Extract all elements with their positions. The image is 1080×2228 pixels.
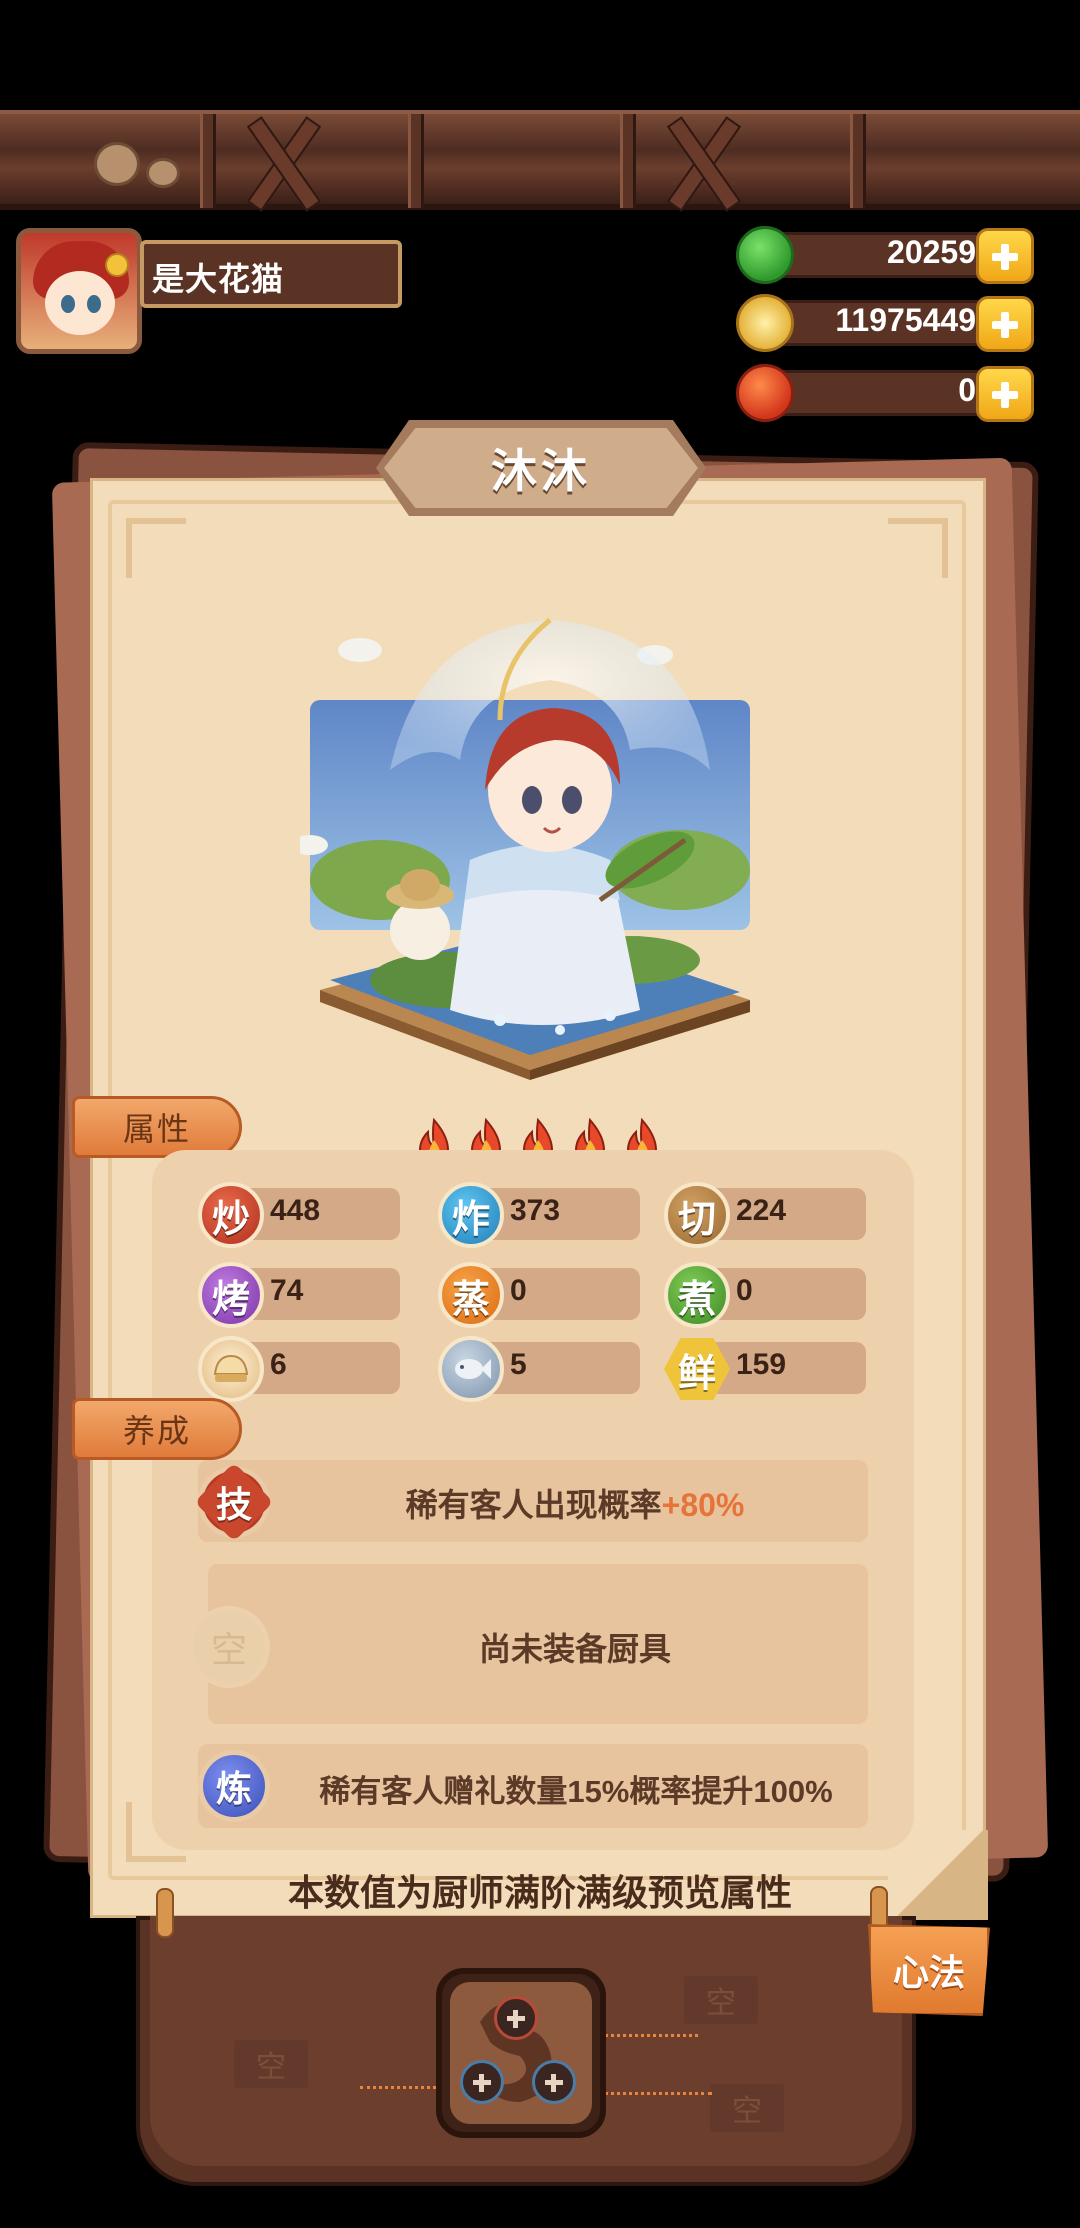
top-wooden-beam: [0, 110, 1080, 210]
stat-fresh: 鲜 159: [664, 1337, 874, 1401]
add-skill-node-button[interactable]: [532, 2060, 576, 2104]
currency-jade-value: 20259: [887, 234, 976, 270]
stat-staple: 6: [198, 1336, 408, 1402]
add-coin-button[interactable]: [976, 296, 1034, 352]
boil-icon: 煮: [664, 1262, 730, 1328]
empty-slot[interactable]: 空: [710, 2084, 784, 2132]
stat-value: 6: [270, 1348, 287, 1381]
stat-boil: 煮 0: [664, 1262, 874, 1328]
chef-name-plate: 沐沐: [376, 420, 706, 516]
roast-icon: 烤: [198, 1262, 264, 1328]
stat-value: 5: [510, 1348, 527, 1381]
preview-note: 本数值为厨师满阶满级预览属性: [287, 1872, 792, 1913]
add-skill-node-button[interactable]: [494, 1996, 538, 2040]
player-avatar[interactable]: [16, 228, 142, 354]
stat-roast: 烤 74: [198, 1262, 408, 1328]
pin-decoration: [156, 1888, 174, 1938]
skill-bonus: +80%: [661, 1487, 745, 1523]
gold-coin-icon: [736, 294, 794, 352]
refine-icon: 炼: [198, 1750, 270, 1822]
stat-value: 0: [510, 1274, 527, 1307]
bun-icon: [198, 1336, 264, 1402]
chick-decoration: [94, 142, 140, 186]
currency-coin: 11975449: [736, 294, 1034, 352]
currency-coin-value: 11975449: [835, 302, 976, 338]
empty-slot[interactable]: 空: [684, 1976, 758, 2024]
stat-value: 373: [510, 1194, 561, 1227]
add-fruit-button[interactable]: [976, 366, 1034, 422]
chef-illustration: [300, 618, 750, 1080]
xinfa-button[interactable]: 心法: [868, 1924, 990, 2016]
stat-deep-fry: 炸 373: [438, 1182, 648, 1248]
refine-description: 稀有客人赠礼数量15%概率提升100%: [319, 1774, 833, 1809]
currency-jade: 20259: [736, 226, 1034, 284]
fish-icon: [438, 1336, 504, 1402]
add-jade-button[interactable]: [976, 228, 1034, 284]
equipment-status: 尚未装备厨具: [478, 1631, 671, 1667]
player-name: 是大花猫: [140, 240, 402, 308]
equipment-empty-icon: 空: [188, 1606, 270, 1688]
stat-stir-fry: 炒 448: [198, 1182, 408, 1248]
skill-icon: 技: [194, 1462, 274, 1542]
cut-icon: 切: [664, 1182, 730, 1248]
stat-value: 74: [270, 1274, 304, 1307]
skill-description: 稀有客人出现概率+80%: [405, 1487, 745, 1523]
stat-steam: 蒸 0: [438, 1262, 648, 1328]
stat-fish: 5: [438, 1336, 648, 1402]
stat-value: 159: [736, 1348, 787, 1381]
chick-decoration: [146, 158, 180, 188]
chef-name: 沐沐: [491, 445, 591, 497]
currency-fruit-value: 0: [958, 372, 976, 408]
currency-fruit: 0: [736, 364, 1034, 422]
skill-core-slot[interactable]: [436, 1968, 606, 2138]
empty-slot[interactable]: 空: [234, 2040, 308, 2088]
tab-training[interactable]: 养成: [72, 1398, 242, 1460]
stir-fry-icon: 炒: [198, 1182, 264, 1248]
stat-value: 448: [270, 1194, 321, 1227]
stat-value: 0: [736, 1274, 753, 1307]
fire-badge-icon: [105, 253, 129, 277]
add-skill-node-button[interactable]: [460, 2060, 504, 2104]
steam-icon: 蒸: [438, 1262, 504, 1328]
deep-fry-icon: 炸: [438, 1182, 504, 1248]
green-jade-icon: [736, 226, 794, 284]
tab-attributes[interactable]: 属性: [72, 1096, 242, 1158]
stats-panel: 炒 448 炸 373 切 224 烤 74 蒸 0 煮 0 6 5 鲜 159…: [152, 1150, 914, 1850]
red-fruit-icon: [736, 364, 794, 422]
stat-value: 224: [736, 1194, 787, 1227]
stat-cut: 切 224: [664, 1182, 874, 1248]
